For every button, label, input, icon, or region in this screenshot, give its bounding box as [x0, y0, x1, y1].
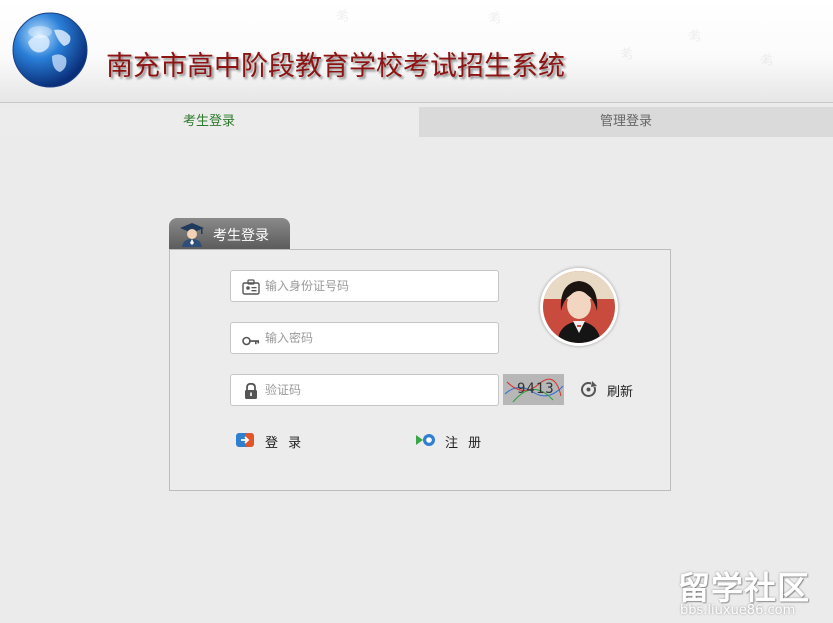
lock-icon [245, 382, 257, 399]
tab-student-login[interactable]: 考生登录 [0, 107, 418, 137]
login-panel-tab-label: 考生登录 [213, 228, 269, 244]
refresh-label: 刷新 [607, 385, 634, 400]
header-watermark: 考 [686, 27, 705, 47]
avatar [540, 268, 618, 346]
register-label: 注 册 [445, 436, 485, 451]
password-field [230, 322, 499, 354]
header-watermark: 考 [486, 9, 505, 29]
avatar-photo [543, 271, 615, 343]
captcha-input[interactable] [265, 379, 493, 401]
key-icon [242, 336, 259, 346]
header-watermark: 考 [334, 7, 353, 27]
page-header: 考 考 考 考 考 考 南充市高中阶段教育学校考试招生系统 [0, 0, 833, 103]
student-graduate-icon [180, 223, 204, 247]
login-type-tabs: 考生登录 管理登录 [0, 107, 833, 137]
register-icon [416, 434, 435, 446]
refresh-icon [581, 381, 597, 397]
login-icon [236, 433, 254, 447]
captcha-code: 9413 [517, 381, 555, 397]
password-input[interactable] [265, 327, 493, 349]
tab-admin-login[interactable]: 管理登录 [419, 107, 833, 137]
login-label: 登 录 [265, 436, 305, 451]
header-watermark: 考 [618, 45, 637, 65]
login-panel-tab: 考生登录 [169, 218, 290, 250]
site-watermark-logo: 留学社区 bbs.liuxue86.com [674, 563, 830, 619]
captcha-image[interactable]: 9413 [503, 374, 564, 405]
id-number-field [230, 270, 499, 302]
site-title: 南充市高中阶段教育学校考试招生系统 [106, 51, 565, 82]
header-watermark: 考 [758, 51, 777, 71]
captcha-field [230, 374, 499, 406]
globe-icon [12, 12, 88, 88]
id-card-icon [242, 279, 260, 295]
watermark-logo-url: bbs.liuxue86.com [680, 603, 796, 618]
id-number-input[interactable] [265, 275, 493, 297]
